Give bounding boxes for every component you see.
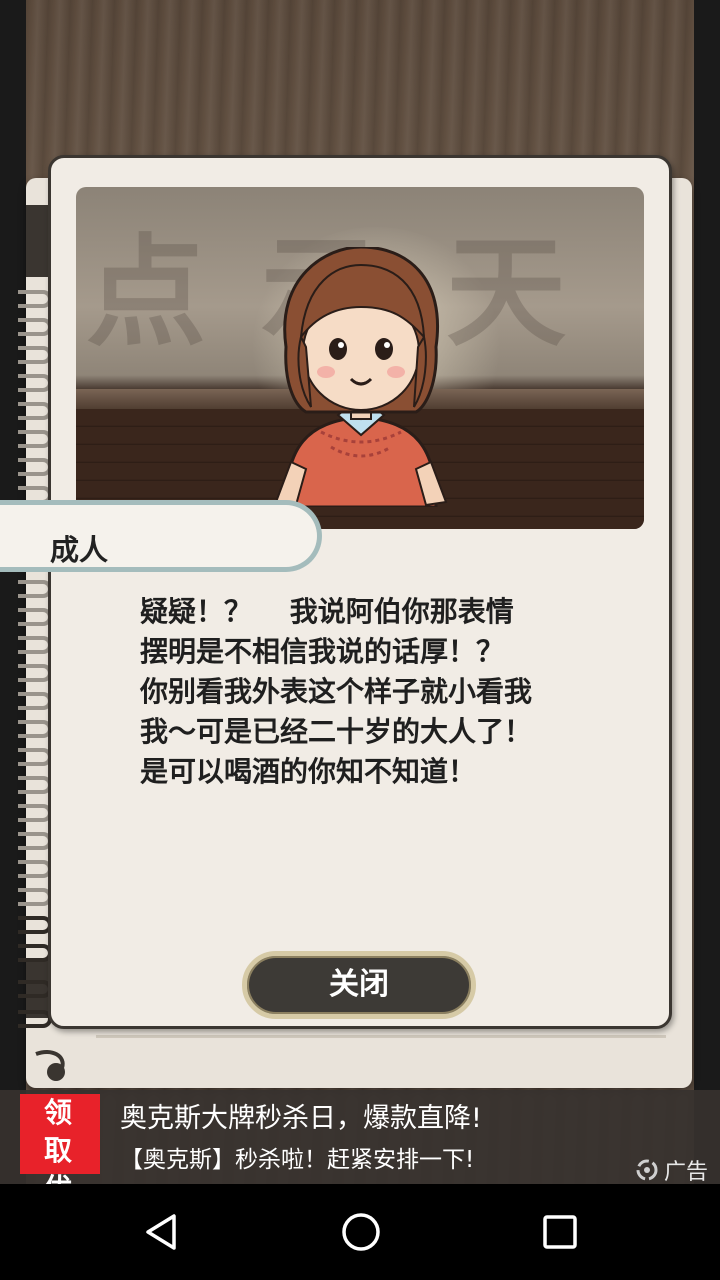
dialog-line: 疑疑！？ 我说阿伯你那表情 [140,595,514,628]
ad-headline[interactable]: 奥克斯大牌秒杀日，爆款直降! [120,1096,482,1135]
home-circle-icon [342,1213,380,1251]
dialog-line: 你别看我外表这个样子就小看我 [140,675,533,708]
ad-badge-line: 优 惠 [26,1170,100,1184]
dialog-line: 摆明是不相信我说的话厚！？ [140,635,505,668]
girl-character-portrait [274,247,448,507]
scene-image: 点 示 天 [76,187,644,529]
page-edge-line [96,1035,666,1038]
ad-tag[interactable]: 广告 [634,1154,708,1184]
sign-char: 天 [446,222,566,363]
sign-char: 点 [86,222,206,363]
dialog-line: 我～可是已经二十岁的大人了！ [140,715,533,748]
home-button[interactable] [331,1202,391,1262]
game-area: 点 示 天 [0,0,720,1184]
recents-button[interactable] [530,1202,590,1262]
ad-badge[interactable]: 领 取 优 惠 [20,1094,100,1184]
back-button[interactable] [132,1202,192,1262]
spiral-coil-icon [35,1049,65,1081]
back-triangle-icon [146,1214,176,1250]
close-button[interactable]: 关闭 [242,951,476,1019]
ad-tag-label: 广告 [664,1160,709,1184]
recents-square-icon [543,1215,577,1249]
ad-badge-line: 领 取 [43,1096,82,1167]
navigation-bar [0,1184,720,1280]
dialog-line: 是可以喝酒的你知不知道！ [140,755,477,788]
character-name: 成人 [50,533,109,567]
ad-banner[interactable]: 领 取 优 惠 奥克斯大牌秒杀日，爆款直降! 【奥克斯】秒杀啦！赶紧安排一下! … [0,1090,720,1184]
character-name-label: 成人 [0,500,322,572]
ad-subline[interactable]: 【奥克斯】秒杀啦！赶紧安排一下! [120,1140,474,1174]
dialog-text: 疑疑！？ 我说阿伯你那表情 摆明是不相信我说的话厚！？ 你别看我外表这个样子就小… [140,592,620,792]
ad-refresh-icon [636,1159,658,1181]
